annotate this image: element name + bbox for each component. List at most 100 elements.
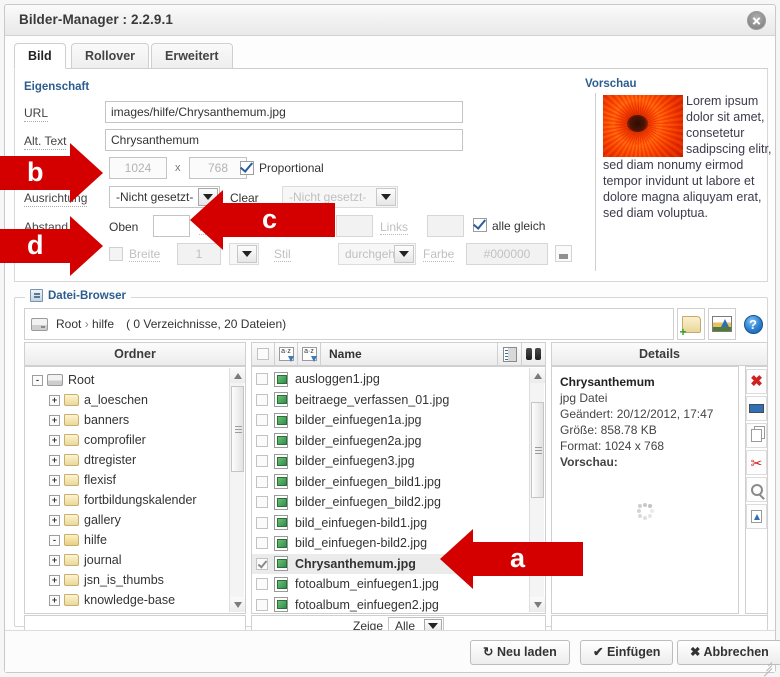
tree-item-journal[interactable]: +journal [28,550,245,570]
sort-desc-button[interactable]: a·z [298,342,321,366]
expand-icon[interactable]: + [49,435,60,446]
path-bar[interactable]: Root › hilfe ( 0 Verzeichnisse, 20 Datei… [24,308,674,340]
collapse-icon[interactable]: - [32,375,43,386]
cut-icon[interactable]: ✂ [746,450,767,475]
help-button[interactable]: ? [739,308,767,340]
scroll-up-icon[interactable] [230,368,245,383]
tree-item-gallery[interactable]: +gallery [28,510,245,530]
expand-icon[interactable]: + [49,555,60,566]
border-color-input[interactable]: #000000 [466,243,548,265]
tree-item-comprofiler[interactable]: +comprofiler [28,430,245,450]
copy-icon[interactable] [746,423,767,448]
scroll-thumb[interactable] [531,402,544,498]
scroll-down-icon[interactable] [230,597,245,612]
sort-asc-button[interactable]: a·z [275,342,298,366]
file-checkbox[interactable] [256,537,268,549]
collapse-icon[interactable]: - [49,535,60,546]
expand-icon[interactable]: + [49,515,60,526]
border-checkbox[interactable] [109,247,123,261]
file-list-item[interactable]: bilder_einfuegen2a.jpg [252,431,545,452]
file-list-item[interactable]: bild_einfuegen-bild1.jpg [252,513,545,534]
file-list-item[interactable]: bilder_einfuegen_bild2.jpg [252,492,545,513]
all-same-checkbox[interactable] [473,218,487,232]
alt-text-input[interactable]: Chrysanthemum [105,129,463,151]
folder-tree[interactable]: -Root+a_loeschen+banners+comprofiler+dtr… [24,366,246,614]
delete-icon[interactable]: ✖ [746,369,767,394]
rename-icon[interactable] [746,396,767,421]
file-checkbox[interactable] [256,476,268,488]
border-width-unit-select[interactable] [229,243,259,265]
spacing-left-input[interactable] [427,215,464,237]
scroll-up-icon[interactable] [530,368,545,383]
file-list-item[interactable]: Chrysanthemum.jpg [252,554,545,575]
file-checkbox[interactable] [256,599,268,611]
file-checkbox[interactable] [256,435,268,447]
close-icon[interactable] [747,11,766,30]
file-checkbox[interactable] [256,558,268,570]
proportional-checkbox[interactable] [240,161,254,175]
new-folder-button[interactable] [677,308,705,340]
search-files-button[interactable] [522,342,546,366]
file-list-item[interactable]: bild_einfuegen-bild2.jpg [252,533,545,554]
tab-bild[interactable]: Bild [14,43,66,69]
file-checkbox[interactable] [256,517,268,529]
file-list-item[interactable]: ausloggen1.jpg [252,369,545,390]
alignment-select[interactable]: -Nicht gesetzt- [109,186,220,208]
file-checkbox[interactable] [256,578,268,590]
expand-icon[interactable]: + [49,395,60,406]
view-mode-button[interactable] [498,342,522,366]
file-checkbox[interactable] [256,394,268,406]
border-style-select[interactable]: durchgeh [338,243,416,265]
expand-icon[interactable]: + [49,595,60,606]
expand-icon[interactable]: + [49,455,60,466]
file-checkbox[interactable] [256,496,268,508]
tree-item-a-loeschen[interactable]: +a_loeschen [28,390,245,410]
file-list-item[interactable]: fotoalbum_einfuegen2.jpg [252,595,545,615]
tree-item-banners[interactable]: +banners [28,410,245,430]
reload-button[interactable]: ↻ Neu laden [470,640,570,665]
upload-icon[interactable] [746,504,767,529]
tree-item-flexisf[interactable]: +flexisf [28,470,245,490]
tree-item-hilfe[interactable]: -hilfe [28,530,245,550]
url-input[interactable]: images/hilfe/Chrysanthemum.jpg [105,101,463,123]
tab-rollover[interactable]: Rollover [71,43,149,69]
tree-item-knowledge-base[interactable]: +knowledge-base [28,590,245,610]
folder-tree-scrollbar[interactable] [229,368,244,612]
select-all-checkbox-cell[interactable] [251,342,275,366]
file-list-item[interactable]: fotoalbum_einfuegen1.jpg [252,574,545,595]
file-checkbox[interactable] [256,455,268,467]
breadcrumb-root[interactable]: Root [56,317,81,331]
file-list-scrollbar[interactable] [529,368,544,612]
expand-icon[interactable]: + [49,415,60,426]
tree-item-jsn-is-thumbs[interactable]: +jsn_is_thumbs [28,570,245,590]
expand-icon[interactable]: + [49,495,60,506]
expand-icon[interactable]: + [49,475,60,486]
file-list[interactable]: ausloggen1.jpgbeitraege_verfassen_01.jpg… [251,366,546,614]
spacing-top-input[interactable] [153,215,190,237]
tree-item-fortbildungskalender[interactable]: +fortbildungskalender [28,490,245,510]
border-width-input[interactable]: 1 [177,243,221,265]
file-list-item[interactable]: beitraege_verfassen_01.jpg [252,390,545,411]
height-input[interactable]: 768 [189,157,247,179]
tree-item-dtregister[interactable]: +dtregister [28,450,245,470]
upload-image-button[interactable] [708,308,736,340]
color-picker-icon[interactable] [555,245,572,262]
tree-item-kontakt[interactable]: +kontakt [28,610,245,614]
scroll-thumb[interactable] [231,386,244,472]
tab-erweitert[interactable]: Erweitert [151,43,233,69]
select-all-checkbox[interactable] [257,348,269,360]
clear-select[interactable]: -Nicht gesetzt- [282,186,398,208]
tree-item-root[interactable]: -Root [28,370,245,390]
file-list-item[interactable]: bilder_einfuegen1a.jpg [252,410,545,431]
resize-grip[interactable] [760,658,772,670]
file-list-item[interactable]: bilder_einfuegen_bild1.jpg [252,472,545,493]
expand-icon[interactable]: + [49,575,60,586]
breadcrumb[interactable]: Root › hilfe [56,317,114,331]
spacing-bottom-input[interactable] [336,215,373,237]
zoom-icon[interactable] [746,477,767,502]
file-checkbox[interactable] [256,373,268,385]
breadcrumb-current[interactable]: hilfe [92,317,114,331]
scroll-down-icon[interactable] [530,597,545,612]
spacing-right-input[interactable] [243,215,280,237]
file-list-item[interactable]: bilder_einfuegen3.jpg [252,451,545,472]
